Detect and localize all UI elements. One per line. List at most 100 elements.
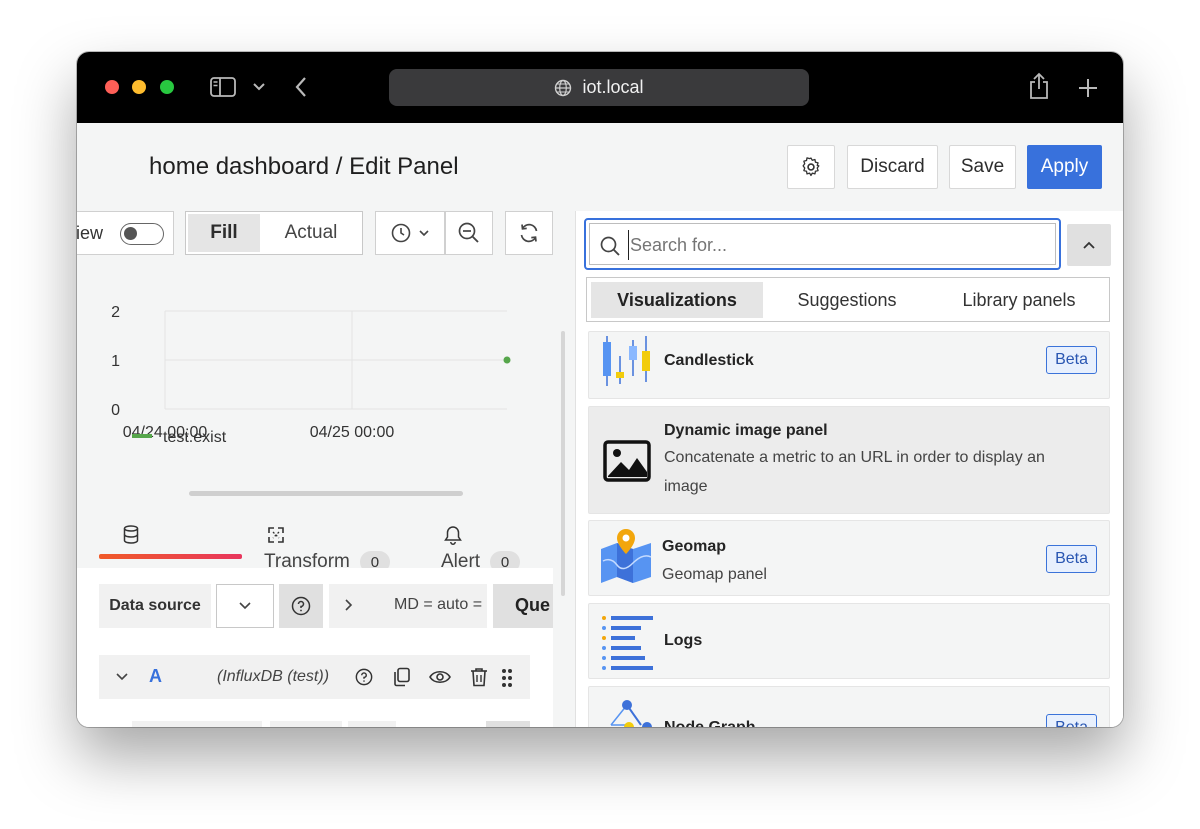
browser-window: iot.local home dashboard / Edit Panel Di…	[77, 52, 1123, 727]
chart-scrollbar[interactable]	[189, 491, 463, 496]
viz-item-description: Geomap panel	[662, 566, 767, 583]
active-tab-indicator	[99, 554, 242, 559]
actual-option[interactable]: Actual	[262, 214, 360, 252]
options-pane: Visualizations Suggestions Library panel…	[575, 211, 1123, 727]
query-options-bar[interactable]: MD = auto = 721	[329, 584, 487, 628]
y-tick-label: 2	[111, 304, 120, 321]
viz-tabs: Visualizations Suggestions Library panel…	[586, 277, 1110, 322]
help-icon	[291, 596, 311, 616]
fill-option[interactable]: Fill	[188, 214, 260, 252]
viz-item-description-cont: image	[664, 478, 708, 495]
table-view-toggle[interactable]: iew	[77, 211, 174, 255]
page-content: home dashboard / Edit Panel Discard Save…	[77, 123, 1123, 727]
viz-item-title: Dynamic image panel	[664, 422, 828, 439]
address-bar[interactable]: iot.local	[389, 69, 809, 106]
legend-label[interactable]: test.exist	[163, 429, 227, 446]
fill-actual-group: Fill Actual	[185, 211, 363, 255]
view-toggle-label: iew	[77, 222, 104, 243]
settings-button[interactable]	[787, 145, 835, 189]
gear-icon	[802, 157, 820, 177]
search-input[interactable]	[628, 230, 1048, 260]
datasource-help-button[interactable]	[279, 584, 323, 628]
beta-badge: Beta	[1046, 346, 1097, 374]
tab-library-panels[interactable]: Library panels	[931, 282, 1107, 318]
viz-item-title: Geomap	[662, 538, 727, 555]
trash-icon[interactable]	[470, 667, 488, 687]
back-icon[interactable]	[295, 77, 307, 97]
collapse-options-button[interactable]	[1067, 224, 1111, 266]
viz-item-title: Node Graph	[664, 719, 756, 727]
viz-search-box[interactable]	[584, 218, 1061, 270]
refresh-icon	[520, 223, 538, 243]
zoom-window-button[interactable]	[160, 80, 174, 94]
globe-icon	[555, 79, 572, 96]
query-inspector-label: Que	[515, 595, 551, 615]
bell-icon	[444, 526, 462, 545]
save-button[interactable]: Save	[949, 145, 1016, 189]
transform-icon	[268, 527, 284, 543]
share-icon[interactable]	[1028, 72, 1050, 100]
close-window-button[interactable]	[105, 80, 119, 94]
query-options-text: MD = auto = 721	[394, 596, 487, 613]
help-icon[interactable]	[355, 668, 373, 686]
data-point[interactable]	[503, 356, 511, 364]
tab-query[interactable]	[99, 523, 242, 561]
viz-item-logs[interactable]: Logs	[588, 603, 1110, 679]
chevron-right-icon	[345, 599, 353, 611]
viz-item-node-graph[interactable]: Node Graph Beta	[588, 686, 1110, 727]
query-editor: Data source MD = auto = 721 Que	[77, 568, 553, 727]
query-inspector-button[interactable]: Que	[493, 584, 553, 628]
viz-item-title: Logs	[664, 632, 703, 649]
time-picker-button[interactable]	[375, 211, 445, 255]
datasource-label: Data source	[99, 584, 211, 628]
browser-titlebar: iot.local	[77, 52, 1123, 123]
x-tick-label: 04/25 00:00	[310, 424, 395, 441]
search-icon	[600, 236, 620, 256]
chevron-down-icon	[419, 229, 429, 236]
clock-icon	[391, 223, 411, 243]
duplicate-icon[interactable]	[393, 667, 411, 687]
drag-handle-icon[interactable]	[501, 668, 513, 688]
image-icon	[603, 440, 651, 482]
chevron-down-icon	[239, 602, 251, 610]
apply-button[interactable]: Apply	[1027, 145, 1102, 189]
minimize-window-button[interactable]	[132, 80, 146, 94]
query-ref-id[interactable]: A	[149, 666, 162, 687]
refresh-button[interactable]	[505, 211, 553, 255]
beta-badge: Beta	[1046, 545, 1097, 573]
node-graph-icon	[610, 700, 652, 727]
tab-visualizations[interactable]: Visualizations	[591, 282, 763, 318]
datasource-select[interactable]	[216, 584, 274, 628]
viz-item-geomap[interactable]: Geomap Geomap panel Beta	[588, 520, 1110, 596]
left-pane-scrollbar[interactable]	[561, 331, 565, 596]
query-field-row	[132, 721, 532, 727]
page-title: home dashboard / Edit Panel	[149, 153, 459, 180]
map-icon	[601, 529, 652, 583]
legend-swatch	[132, 434, 152, 438]
zoom-out-button[interactable]	[445, 211, 493, 255]
query-datasource-name: (InfluxDB (test))	[217, 668, 330, 685]
tab-suggestions[interactable]: Suggestions	[767, 282, 927, 318]
discard-button[interactable]: Discard	[847, 145, 938, 189]
url-text: iot.local	[582, 77, 644, 97]
new-tab-icon[interactable]	[1078, 78, 1098, 98]
query-row-header[interactable]: A (InfluxDB (test))	[99, 655, 530, 699]
y-tick-label: 1	[111, 353, 120, 370]
viz-item-candlestick[interactable]: Candlestick Beta	[588, 331, 1110, 399]
y-tick-label: 0	[111, 402, 120, 419]
chevron-up-icon	[1083, 241, 1095, 249]
candlestick-icon	[603, 336, 650, 386]
logs-icon	[602, 616, 653, 670]
toggle-switch[interactable]	[120, 223, 164, 245]
panel-preview-pane: iew Fill Actual 2 1 0 04/24 00:00 04/25 …	[77, 211, 565, 727]
chevron-down-icon[interactable]	[116, 673, 128, 681]
beta-badge: Beta	[1046, 714, 1097, 727]
zoom-out-icon	[458, 222, 479, 243]
eye-icon[interactable]	[429, 669, 451, 685]
chevron-down-icon[interactable]	[253, 83, 265, 91]
toggle-knob	[124, 227, 137, 240]
viz-item-dynamic-image-panel[interactable]: Dynamic image panel Concatenate a metric…	[588, 406, 1110, 514]
viz-item-title: Candlestick	[664, 352, 754, 369]
sidebar-toggle-icon[interactable]	[210, 77, 236, 97]
database-icon	[123, 525, 139, 544]
